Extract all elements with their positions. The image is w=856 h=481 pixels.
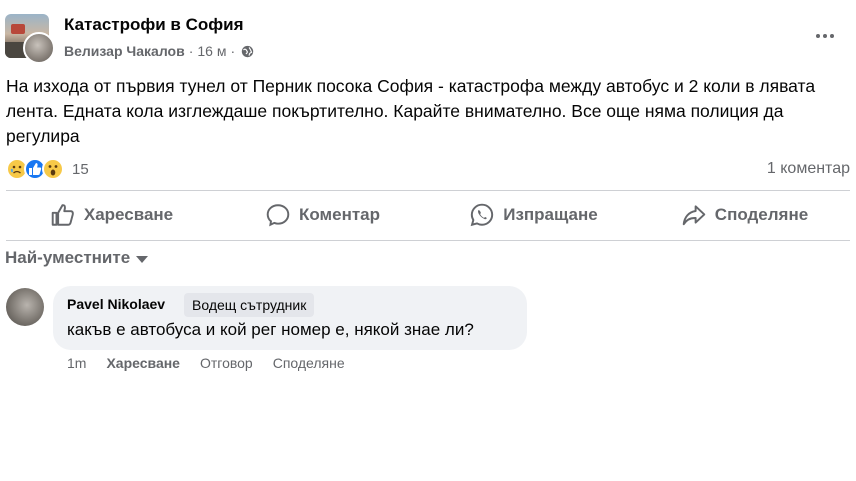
comment-button[interactable]: Коментар <box>217 192 428 238</box>
comment-share-button[interactable]: Споделяне <box>273 355 345 371</box>
post-text: На изхода от първия тунел от Перник посо… <box>6 76 816 146</box>
send-button[interactable]: Изпращане <box>428 192 639 238</box>
meta-separator: · <box>188 43 194 59</box>
like-button[interactable]: Харесване <box>6 192 217 238</box>
globe-icon <box>241 45 254 57</box>
comment-reply-button[interactable]: Отговор <box>200 355 253 371</box>
reaction-count: 15 <box>72 160 89 178</box>
share-button[interactable]: Споделяне <box>639 192 850 238</box>
post-actions: Харесване Коментар Изпращане Споделяне <box>6 192 850 238</box>
commenter-badge: Водещ сътрудник <box>184 293 315 317</box>
comment-text: какъв е автобуса и кой рег номер е, няко… <box>67 320 474 339</box>
wow-reaction-icon <box>42 158 64 180</box>
divider-bottom <box>6 240 850 241</box>
share-icon <box>682 205 706 226</box>
commenter-name[interactable]: Pavel Nikolaev <box>67 296 165 312</box>
group-name[interactable]: Катастрофи в София <box>64 15 244 35</box>
meta-separator-2: · <box>230 43 236 59</box>
send-button-label: Изпращане <box>503 205 598 224</box>
reactions-summary[interactable]: 15 <box>6 156 89 182</box>
comment-bubble: Pavel Nikolaev Водещ сътрудник какъв е а… <box>53 286 527 350</box>
author-name[interactable]: Велизар Чакалов <box>64 43 185 59</box>
author-avatar[interactable] <box>23 32 55 64</box>
caret-down-icon <box>136 255 149 263</box>
whatsapp-icon <box>470 203 494 227</box>
comment-count[interactable]: 1 коментар <box>767 160 850 178</box>
share-button-label: Споделяне <box>714 205 809 224</box>
like-button-label: Харесване <box>83 205 174 224</box>
comment-icon <box>266 204 290 227</box>
comment-like-button[interactable]: Харесване <box>106 355 180 371</box>
post-meta: Велизар Чакалов · 16 м · <box>64 43 254 59</box>
comment-time[interactable]: 1m <box>67 355 86 371</box>
sort-label: Най-уместните <box>5 248 131 267</box>
like-icon <box>51 204 74 226</box>
post-header: Катастрофи в София Велизар Чакалов · 16 … <box>5 14 851 64</box>
more-options-icon[interactable] <box>813 24 837 48</box>
comment-actions: 1m Харесване Отговор Споделяне <box>67 355 345 371</box>
post-time[interactable]: 16 м <box>197 43 226 59</box>
commenter-avatar[interactable] <box>6 288 44 326</box>
comment-button-label: Коментар <box>299 205 380 224</box>
divider-top <box>6 190 850 191</box>
comment-sort-dropdown[interactable]: Най-уместните <box>5 248 149 268</box>
